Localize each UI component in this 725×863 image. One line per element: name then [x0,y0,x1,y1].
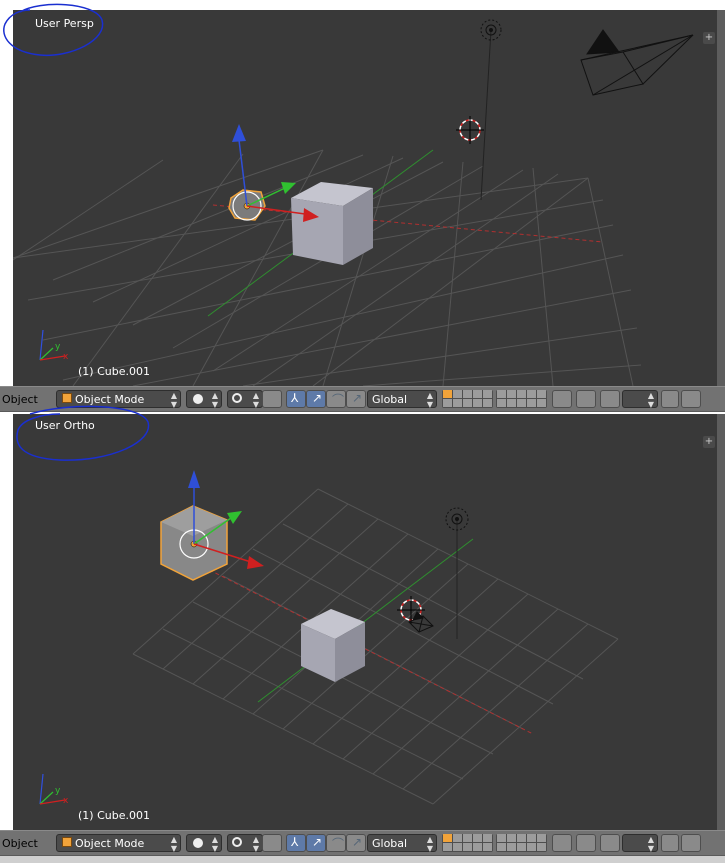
chevron-updown-icon: ▲ ▼ [647,391,654,409]
annotation-circle-bottom [16,405,150,461]
chevron-updown-icon: ▲ ▼ [211,391,218,409]
scale-icon: ↗ [352,391,363,405]
scale-button[interactable]: ↗ [346,834,366,852]
snap-toggle-button[interactable] [600,834,620,852]
pivot-point-icon [232,393,242,403]
pivot-dropdown[interactable]: ▲ ▼ [227,834,263,853]
layers-group-1[interactable] [442,390,493,408]
rotate-button[interactable]: ⌒ [326,390,346,408]
chevron-updown-icon: ▲ ▼ [426,391,433,409]
toolshelf-plus-button[interactable]: + [703,436,715,448]
translate-manipulator-button[interactable]: ⅄ [286,390,306,408]
axis-indicator [39,329,66,361]
annotation-circle-top [3,3,104,57]
viewport-scene [39,470,619,805]
render-opengl-button[interactable] [661,390,679,408]
axis-x-label: x [63,352,69,362]
area-split-edge[interactable] [717,414,725,830]
solid-shading-icon [193,394,203,404]
render-animation-button[interactable] [681,390,701,408]
area-split-edge[interactable] [717,10,725,386]
snap-toggle-button[interactable] [600,390,620,408]
layers-group-2[interactable] [496,390,547,408]
lock-layers-button[interactable] [552,390,572,408]
chevron-updown-icon: ▲ ▼ [252,835,259,853]
scale-icon: ↗ [352,835,363,849]
rotate-icon: ⌒ [332,393,345,407]
snap-element-dropdown[interactable]: ▲ ▼ [622,390,658,409]
axis-y-label: y [55,342,61,352]
rotate-button[interactable]: ⌒ [326,834,346,852]
mode-label: Object Mode [75,837,145,850]
cube-mesh[interactable] [301,609,365,682]
axes-icon: ⅄ [291,391,299,405]
proportional-edit-button[interactable] [576,390,596,408]
shading-dropdown[interactable]: ▲ ▼ [186,390,222,409]
toolshelf-plus-button[interactable]: + [703,32,715,44]
axis-x-label: x [63,796,69,806]
3d-viewport-orthographic[interactable]: User Ortho (1) Cube.001 y x + [13,414,717,830]
orientation-label: Global [372,393,408,406]
proportional-edit-button[interactable] [576,834,596,852]
move-button[interactable]: ↗ [306,390,326,408]
chevron-updown-icon: ▲ ▼ [170,835,177,853]
active-object-label: (1) Cube.001 [78,809,150,822]
chevron-updown-icon: ▲ ▼ [647,835,654,853]
arrow-icon: ↗ [312,391,323,405]
layers-group-2[interactable] [496,834,547,852]
move-button[interactable]: ↗ [306,834,326,852]
lamp-line [480,29,492,201]
rotate-icon: ⌒ [332,837,345,851]
shading-dropdown[interactable]: ▲ ▼ [186,834,222,853]
chevron-updown-icon: ▲ ▼ [426,835,433,853]
cube-mesh[interactable] [291,182,373,265]
mode-dropdown[interactable]: Object Mode ▲ ▼ [56,834,181,853]
render-animation-button[interactable] [681,834,701,852]
3d-cursor[interactable] [397,596,425,624]
orientation-label: Global [372,837,408,850]
chevron-updown-icon: ▲ ▼ [170,391,177,409]
cube-icon [62,837,72,847]
object-menu[interactable]: Object [2,837,38,850]
layers-group-1[interactable] [442,834,493,852]
translate-manipulator-button[interactable]: ⅄ [286,834,306,852]
y-axis-line [257,538,474,703]
manipulator-toggle-button[interactable] [262,390,282,408]
manipulator-toggle-button[interactable] [262,834,282,852]
axes-icon: ⅄ [291,835,299,849]
camera-object[interactable] [580,29,694,96]
snap-element-dropdown[interactable]: ▲ ▼ [622,834,658,853]
chevron-updown-icon: ▲ ▼ [211,835,218,853]
pivot-point-icon [232,837,242,847]
chevron-updown-icon: ▲ ▼ [252,391,259,409]
orientation-dropdown[interactable]: Global ▲ ▼ [367,390,437,409]
pivot-dropdown[interactable]: ▲ ▼ [227,390,263,409]
camera-object[interactable] [408,611,434,633]
render-opengl-button[interactable] [661,834,679,852]
active-object-label: (1) Cube.001 [78,365,150,378]
arrow-icon: ↗ [312,835,323,849]
bottom-scroll-strip [0,856,725,863]
axis-y-label: y [55,786,61,796]
scale-button[interactable]: ↗ [346,390,366,408]
viewport-header-bottom: Object Object Mode ▲ ▼ ▲ ▼ ▲ ▼ ⅄ ↗ ⌒ ↗ Glob… [0,830,725,856]
solid-shading-icon [193,838,203,848]
lock-layers-button[interactable] [552,834,572,852]
axis-indicator [39,773,66,805]
orientation-dropdown[interactable]: Global ▲ ▼ [367,834,437,853]
3d-cursor[interactable] [456,116,484,144]
